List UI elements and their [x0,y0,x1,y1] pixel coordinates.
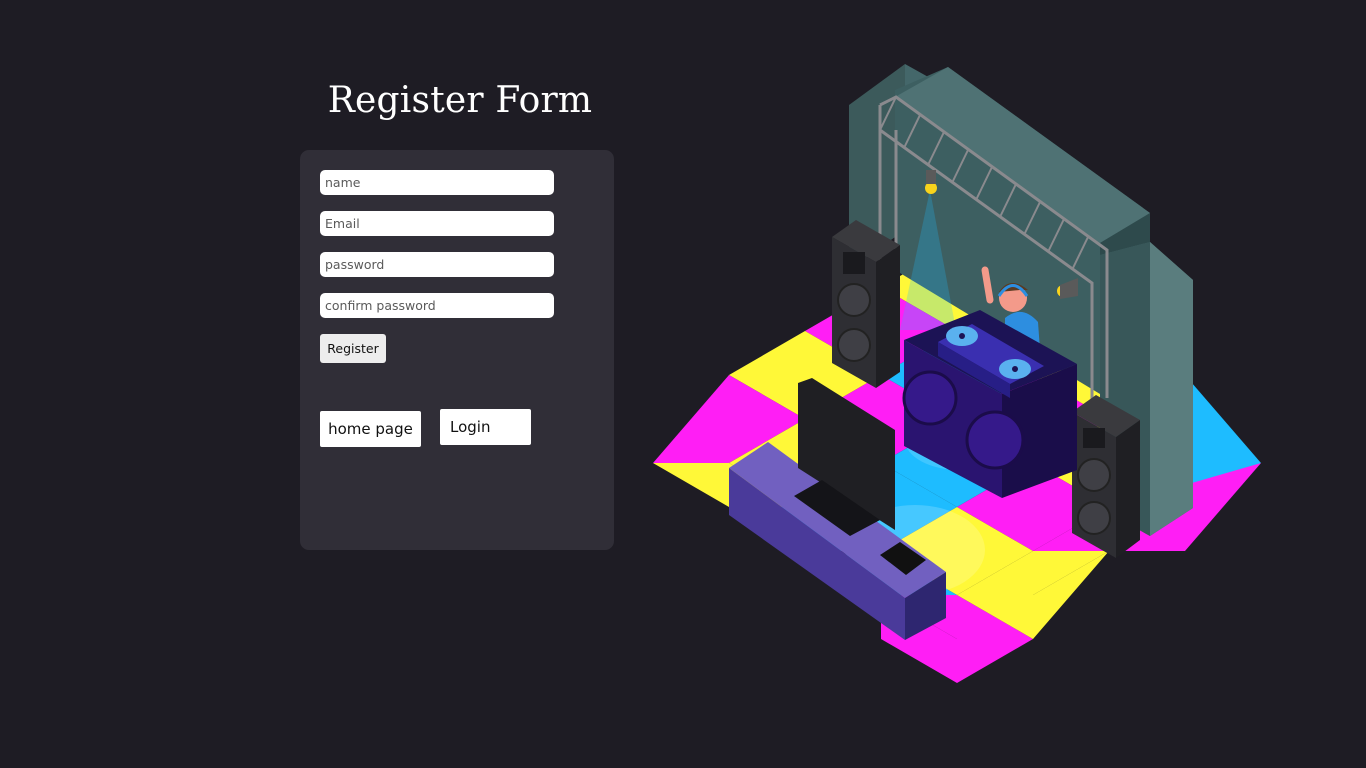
page-title: Register Form [327,80,593,121]
register-button[interactable]: Register [320,334,386,363]
register-form-panel: Register home page Login [300,150,614,550]
email-input[interactable] [320,211,554,236]
home-page-button[interactable]: home page [320,411,421,447]
confirm-password-input[interactable] [320,293,554,318]
name-input[interactable] [320,170,554,195]
left-speaker [832,220,900,388]
dj-stage-illustration [653,64,1261,683]
password-input[interactable] [320,252,554,277]
login-button[interactable]: Login [440,409,531,445]
right-speaker [1072,395,1140,558]
